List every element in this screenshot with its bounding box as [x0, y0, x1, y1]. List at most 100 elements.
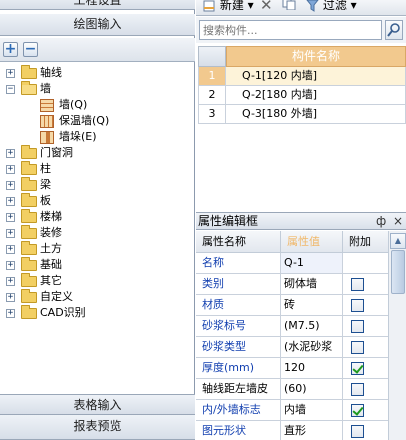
- tree-item-label: 板: [40, 194, 51, 207]
- tree-item-label: 楼梯: [40, 210, 62, 223]
- pin-icon[interactable]: ф: [376, 213, 386, 230]
- close-icon[interactable]: ×: [393, 213, 403, 230]
- table-corner: [198, 46, 226, 67]
- row-number[interactable]: 1: [198, 67, 226, 86]
- scroll-up-icon[interactable]: ▲: [390, 233, 406, 249]
- new-label: 新建: [219, 0, 244, 12]
- folder-icon: [21, 209, 37, 223]
- folder-icon: [21, 273, 37, 287]
- report-preview-button[interactable]: 报表预览: [0, 415, 195, 440]
- column-header-property-value[interactable]: 属性值: [281, 231, 343, 253]
- column-header-property-name[interactable]: 属性名称: [196, 231, 281, 253]
- table-row[interactable]: Q-2[180 内墙]: [226, 86, 406, 105]
- expand-icon[interactable]: +: [6, 181, 15, 190]
- filter-button[interactable]: 过滤 ▾: [306, 0, 357, 13]
- scroll-thumb[interactable]: [391, 250, 405, 294]
- property-value[interactable]: 砌体墙: [281, 274, 343, 295]
- extra-checkbox[interactable]: [351, 383, 364, 396]
- component-table: 构件名称 1 Q-1[120 内墙] 2 Q-2[180 内墙] 3 Q-3[1…: [196, 46, 406, 212]
- tree-item-label: 土方: [40, 242, 62, 255]
- expand-icon[interactable]: +: [6, 261, 15, 270]
- property-row[interactable]: 名称 Q-1: [196, 253, 390, 274]
- component-panel: 新建 ▾ ✕ 过滤 ▾ 构件名称 1 Q-1[120 内墙] 2 Q-2[180…: [196, 0, 406, 440]
- property-editor-title: 属性编辑框: [198, 214, 259, 228]
- tree-item-label: 保温墙(Q): [59, 114, 110, 127]
- copy-button[interactable]: [282, 0, 296, 14]
- filter-label: 过滤: [322, 0, 347, 12]
- folder-icon: [21, 305, 37, 319]
- drawing-input-header[interactable]: 绘图输入: [0, 14, 195, 36]
- extra-checkbox[interactable]: [351, 425, 364, 438]
- copy-icon: [282, 0, 296, 11]
- row-number[interactable]: 2: [198, 86, 226, 105]
- tree-toolbar: + −: [0, 38, 195, 62]
- folder-icon: [21, 145, 37, 159]
- property-row[interactable]: 内/外墙标志 内墙: [196, 400, 390, 421]
- extra-checkbox[interactable]: [351, 362, 364, 375]
- table-input-button[interactable]: 表格输入: [0, 394, 195, 415]
- expand-icon[interactable]: +: [6, 293, 15, 302]
- search-button[interactable]: [385, 20, 403, 40]
- filter-icon: [306, 0, 319, 12]
- tree-item-label: 基础: [40, 258, 62, 271]
- property-value[interactable]: (M7.5): [281, 316, 343, 337]
- property-name: 图元形状: [196, 421, 281, 440]
- expand-icon[interactable]: +: [6, 165, 15, 174]
- expand-icon[interactable]: +: [6, 197, 15, 206]
- collapse-icon[interactable]: −: [6, 85, 15, 94]
- expand-icon[interactable]: +: [6, 245, 15, 254]
- expand-icon[interactable]: +: [6, 149, 15, 158]
- column-header-extra[interactable]: 附加: [343, 231, 390, 253]
- property-value[interactable]: 内墙: [281, 400, 343, 421]
- property-value[interactable]: Q-1: [281, 253, 343, 274]
- remove-icon[interactable]: −: [23, 42, 38, 57]
- search-bar: [196, 17, 406, 43]
- property-name: 砂浆标号: [196, 316, 281, 337]
- delete-icon[interactable]: ✕: [260, 0, 273, 13]
- expand-icon[interactable]: +: [6, 229, 15, 238]
- expand-icon[interactable]: +: [6, 309, 15, 318]
- property-grid: 属性名称 属性值 附加 名称 Q-1 类别 砌体墙 材质 砖 砂浆标号 (M7.…: [196, 231, 390, 440]
- property-value[interactable]: 砖: [281, 295, 343, 316]
- property-name: 轴线距左墙皮: [196, 379, 281, 400]
- extra-checkbox[interactable]: [351, 404, 364, 417]
- property-row[interactable]: 材质 砖: [196, 295, 390, 316]
- tree-item-label: 梁: [40, 178, 51, 191]
- extra-checkbox[interactable]: [351, 299, 364, 312]
- property-value[interactable]: (水泥砂浆: [281, 337, 343, 358]
- open-folder-icon: [21, 81, 37, 95]
- extra-checkbox[interactable]: [351, 278, 364, 291]
- property-row[interactable]: 砂浆类型 (水泥砂浆: [196, 337, 390, 358]
- tree-item-label: 门窗洞: [40, 146, 73, 159]
- project-settings-button[interactable]: 工程设置: [0, 0, 195, 10]
- row-number[interactable]: 3: [198, 105, 226, 124]
- expand-icon[interactable]: +: [6, 213, 15, 222]
- expand-icon[interactable]: +: [6, 69, 15, 78]
- property-row[interactable]: 轴线距左墙皮 (60): [196, 379, 390, 400]
- table-row[interactable]: Q-3[180 外墙]: [226, 105, 406, 124]
- tree-item-label: 其它: [40, 274, 62, 287]
- column-header-name[interactable]: 构件名称: [226, 46, 406, 67]
- property-value[interactable]: 120: [281, 358, 343, 379]
- property-value[interactable]: 直形: [281, 421, 343, 440]
- folder-icon: [21, 65, 37, 79]
- wall-pier-icon: [40, 131, 54, 144]
- tree-item-label: 自定义: [40, 290, 73, 303]
- search-input[interactable]: [199, 20, 382, 40]
- property-row[interactable]: 厚度(mm) 120: [196, 358, 390, 379]
- tree-item-label: CAD识别: [40, 306, 86, 319]
- new-button[interactable]: 新建 ▾: [202, 0, 254, 13]
- folder-icon: [21, 225, 37, 239]
- property-value[interactable]: (60): [281, 379, 343, 400]
- property-row[interactable]: 图元形状 直形: [196, 421, 390, 440]
- table-row[interactable]: Q-1[120 内墙]: [226, 67, 406, 86]
- add-icon[interactable]: +: [3, 42, 18, 57]
- property-row[interactable]: 砂浆标号 (M7.5): [196, 316, 390, 337]
- extra-checkbox[interactable]: [351, 320, 364, 333]
- search-icon: [387, 23, 400, 37]
- property-scrollbar[interactable]: ▲: [388, 231, 406, 440]
- property-row[interactable]: 类别 砌体墙: [196, 274, 390, 295]
- tree-item-label: 墙(Q): [59, 98, 88, 111]
- extra-checkbox[interactable]: [351, 341, 364, 354]
- expand-icon[interactable]: +: [6, 277, 15, 286]
